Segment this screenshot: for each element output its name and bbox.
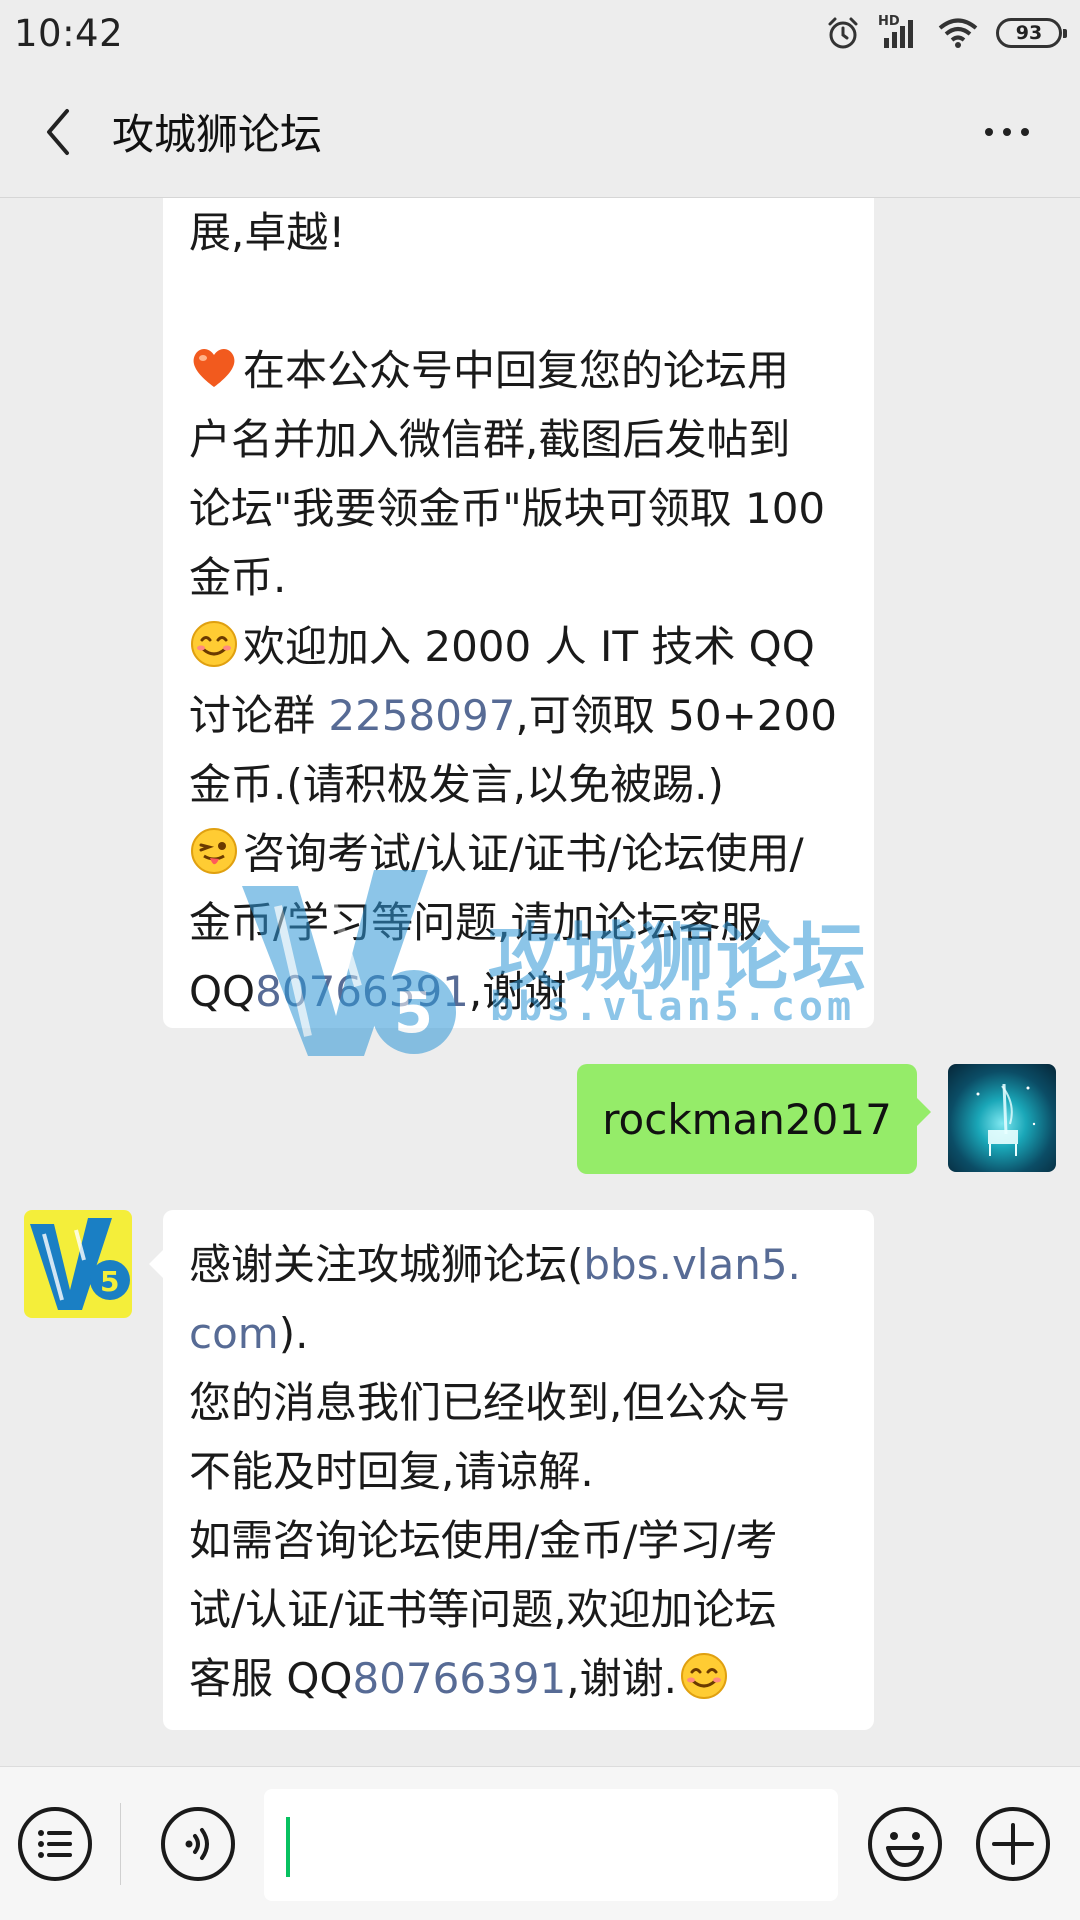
battery-icon: 93 [996, 18, 1067, 48]
emoji-icon[interactable] [866, 1805, 944, 1883]
message-line: 金币/学习等问题,请加论坛客服 [189, 898, 763, 947]
message-line: 论坛"我要领金币"版块可领取 100 [189, 484, 826, 533]
message-line: 试/认证/证书等问题,欢迎加论坛 [189, 1585, 777, 1634]
signal-icon: HD [878, 14, 920, 50]
back-button[interactable] [10, 66, 106, 197]
input-divider [120, 1803, 121, 1885]
page-title: 攻城狮论坛 [112, 110, 323, 159]
message-line: 欢迎加入 2000 人 IT 技术 QQ [189, 612, 850, 681]
message-line: 不能及时回复,请谅解. [189, 1447, 594, 1496]
forum-url-link-cont[interactable]: com [189, 1309, 279, 1358]
status-time: 10:42 [14, 11, 124, 55]
forum-url-link[interactable]: bbs.vlan5. [583, 1240, 801, 1289]
chat-messages[interactable]: 展,卓越! 在本公众号中回复您的论坛用 户名并加入微信群,截图后发帖到 论坛"我… [0, 198, 1080, 1766]
piano-scene-avatar-icon [976, 1083, 1036, 1156]
status-bar: 10:42 HD 93 [0, 0, 1080, 66]
battery-level: 93 [1015, 22, 1043, 44]
message-line: 客服 QQ80766391,谢谢. [189, 1644, 850, 1713]
message-input[interactable] [264, 1789, 838, 1901]
qq-service-link[interactable]: 80766391 [352, 1654, 566, 1703]
message-line: 在本公众号中回复您的论坛用 [189, 336, 850, 405]
message-line: 户名并加入微信群,截图后发帖到 [189, 415, 791, 464]
v5-logo-icon: 5 [30, 1218, 130, 1310]
message-bubble-bot-reply[interactable]: 感谢关注攻城狮论坛(bbs.vlan5. com). 您的消息我们已经收到,但公… [149, 1210, 874, 1730]
more-button[interactable] [952, 66, 1062, 197]
plus-icon[interactable] [974, 1805, 1052, 1883]
message-bubble-bot-welcome[interactable]: 展,卓越! 在本公众号中回复您的论坛用 户名并加入微信群,截图后发帖到 论坛"我… [163, 198, 874, 1028]
wink-tongue-emoji-icon [191, 828, 237, 874]
nav-bar: 攻城狮论坛 [0, 66, 1080, 198]
message-line: 展,卓越! [189, 208, 346, 257]
heart-emoji-icon [193, 349, 235, 387]
input-bar [0, 1766, 1080, 1920]
wifi-icon [938, 18, 978, 48]
alarm-icon [828, 17, 858, 49]
message-text: rockman2017 [602, 1094, 892, 1144]
message-bubble-user[interactable]: rockman2017 [577, 1064, 931, 1174]
message-line: 咨询考试/认证/证书/论坛使用/ [189, 819, 850, 888]
message-line: 金币. [189, 553, 287, 602]
message-line: 感谢关注攻城狮论坛(bbs.vlan5. [189, 1240, 801, 1289]
text-caret [286, 1817, 290, 1877]
more-dots-icon [985, 127, 993, 136]
smile-emoji-icon [191, 621, 237, 667]
message-line: com). [189, 1309, 309, 1358]
message-line: 您的消息我们已经收到,但公众号 [189, 1378, 791, 1427]
menu-list-icon[interactable] [16, 1805, 94, 1883]
voice-icon[interactable] [159, 1805, 237, 1883]
user-avatar[interactable] [948, 1064, 1056, 1172]
svg-text:5: 5 [100, 1265, 119, 1298]
message-line: 金币.(请积极发言,以免被踢.) [189, 760, 724, 809]
official-account-avatar[interactable]: 5 [24, 1210, 132, 1318]
smile-emoji-icon [680, 1653, 727, 1699]
message-line: 如需咨询论坛使用/金币/学习/考 [189, 1516, 778, 1565]
status-icons: HD 93 [826, 14, 1067, 50]
qq-group-link[interactable]: 2258097 [328, 691, 515, 740]
message-line: 讨论群 2258097,可领取 50+200 [189, 691, 837, 740]
chevron-left-icon [47, 108, 69, 155]
message-line: QQ80766391,谢谢 [189, 967, 567, 1016]
qq-service-link[interactable]: 80766391 [255, 967, 469, 1016]
